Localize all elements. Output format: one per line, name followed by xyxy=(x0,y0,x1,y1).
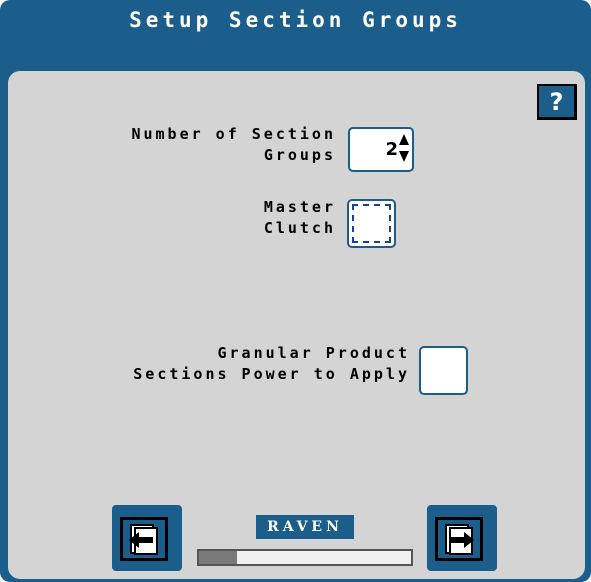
page-next-icon xyxy=(445,524,474,555)
section-groups-stepper[interactable]: 2 xyxy=(348,127,414,172)
arrow-up-icon[interactable] xyxy=(399,134,409,145)
next-button-frame xyxy=(435,517,483,561)
granular-label-line2: Sections Power to Apply xyxy=(133,365,410,383)
section-groups-label-line2: Groups xyxy=(263,146,336,164)
master-clutch-checkbox[interactable] xyxy=(347,199,396,248)
section-groups-label-line1: Number of Section xyxy=(131,125,336,143)
progress-bar xyxy=(197,549,413,566)
help-button[interactable]: ? xyxy=(537,84,577,120)
question-mark-icon: ? xyxy=(549,88,564,116)
granular-label-line1: Granular Product xyxy=(217,344,410,362)
stepper-arrows-icon[interactable] xyxy=(398,132,410,167)
back-button[interactable] xyxy=(112,505,182,571)
granular-sections-checkbox[interactable] xyxy=(419,346,468,395)
page-title: Setup Section Groups xyxy=(129,8,462,32)
progress-fill xyxy=(199,551,238,564)
arrow-down-icon[interactable] xyxy=(399,151,409,162)
back-button-frame xyxy=(120,517,168,561)
master-clutch-label-line2: Clutch xyxy=(263,219,336,237)
next-button[interactable] xyxy=(427,505,497,571)
focus-indicator xyxy=(352,204,391,243)
raven-logo: RAVEN xyxy=(256,515,354,539)
master-clutch-label: Master Clutch xyxy=(200,197,336,239)
master-clutch-label-line1: Master xyxy=(263,198,336,216)
section-groups-label: Number of Section Groups xyxy=(40,124,336,166)
page-back-icon xyxy=(129,524,158,555)
section-groups-value: 2 xyxy=(385,139,398,160)
granular-label: Granular Product Sections Power to Apply xyxy=(40,343,410,385)
